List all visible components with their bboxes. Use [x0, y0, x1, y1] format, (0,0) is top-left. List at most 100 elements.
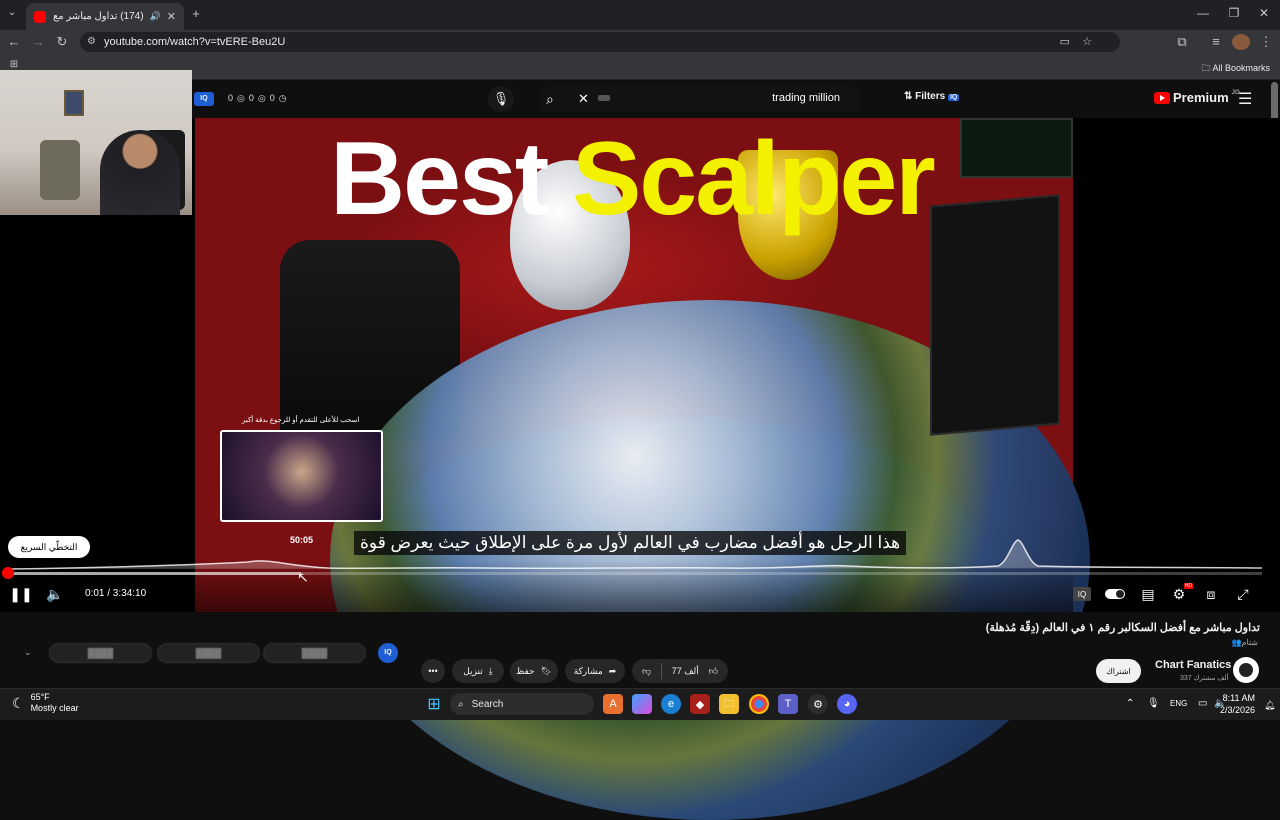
save-label: حفظ [516, 666, 535, 677]
save-button[interactable]: حفظ 🔖︎ [510, 659, 558, 683]
search-icon: ⌕ [458, 699, 464, 710]
fullscreen-icon[interactable]: ⤢ [1233, 582, 1253, 606]
more-actions-button[interactable]: ••• [421, 659, 445, 683]
channel-subscriber-count: 337 ألف مشترك [1180, 674, 1229, 682]
input-language[interactable]: ENG [1170, 699, 1187, 708]
minimize-icon[interactable]: — [1193, 6, 1213, 20]
autoplay-toggle[interactable] [1104, 582, 1126, 606]
weather-widget[interactable]: ☾ 65°F Mostly clear [12, 692, 79, 714]
system-clock[interactable]: 8:11 AM 2/3/2026 [1220, 692, 1255, 716]
new-tab-plus-icon[interactable]: + [188, 6, 204, 21]
browser-menu-icon[interactable]: ⋮ [1258, 34, 1274, 50]
bookmark-icon: 🔖︎ [541, 666, 552, 677]
profile-avatar[interactable] [1232, 34, 1250, 50]
search-input[interactable]: ⌕ ✕ trading million [538, 86, 862, 112]
video-title: تداول مباشر مع أفضل السكالبر رقم ١ في ال… [986, 621, 1260, 634]
seek-preview-thumbnail [220, 430, 383, 522]
tab-pill-1[interactable]: ████ [49, 643, 152, 663]
all-bookmarks-folder[interactable]: 🗀 All Bookmarks [1201, 61, 1270, 77]
voice-search-mic-icon[interactable]: 🎙 [488, 86, 514, 112]
pause-icon[interactable]: ❚❚ [10, 582, 32, 606]
clear-search-icon[interactable]: ✕ [578, 91, 589, 107]
iq-extension-badge[interactable]: IQ [194, 92, 214, 106]
tab-pill-2[interactable]: ████ [157, 643, 260, 663]
counter-c: 0 [270, 93, 275, 104]
filters-iq-badge: IQ [948, 94, 959, 101]
reload-icon[interactable]: ↻ [54, 34, 70, 50]
dislike-icon[interactable]: 👎︎ [642, 666, 651, 677]
tab-title: (174) تداول مباشر مع أفضل [52, 11, 144, 22]
subscribe-button[interactable]: اشتراك [1096, 659, 1141, 683]
app-icon-a[interactable]: A [603, 694, 623, 714]
tab-pill-3[interactable]: ████ [263, 643, 366, 663]
filter-sliders-icon: ⇅ [904, 91, 912, 102]
hamburger-menu-icon[interactable]: ☰ [1238, 89, 1252, 109]
filters-button[interactable]: ⇅ Filters IQ [904, 91, 959, 102]
eye-icon: ◎ [237, 93, 245, 104]
preview-hint: اسحب للأعلى للتقدم أو للرجوع بدقة أكبر [242, 416, 359, 424]
bookmarks-bar: ⊞ 🗀 All Bookmarks [0, 54, 1280, 80]
download-button[interactable]: تنزيل ⤓ [452, 659, 504, 683]
chrome-icon[interactable] [749, 694, 769, 714]
search-icon[interactable]: ⌕ [546, 91, 554, 108]
apps-grid-icon[interactable]: ⊞ [6, 59, 22, 70]
settings-gear-icon[interactable]: ⚙ HD [1169, 582, 1189, 606]
windows-start-icon[interactable]: ⊞ [424, 694, 444, 714]
tab-search-chevron-icon[interactable]: ⌄ [4, 7, 20, 18]
window-close-icon[interactable]: ✕ [1254, 6, 1274, 20]
iq-player-icon[interactable]: IQ [1073, 587, 1091, 601]
filters-label: Filters [915, 91, 945, 102]
reading-list-icon[interactable]: ≡ [1208, 34, 1224, 49]
collapse-chevron-icon[interactable]: ⌄ [24, 647, 32, 658]
clock-date: 2/3/2026 [1220, 704, 1255, 716]
tray-overflow-icon[interactable]: ⌃ [1126, 698, 1134, 709]
download-arrow-icon: ⤓ [489, 666, 493, 677]
back-arrow-icon[interactable]: ← [6, 34, 22, 49]
overlay-text-scalper: Scalper [572, 120, 934, 239]
channel-avatar[interactable] [1233, 657, 1259, 683]
youtube-play-logo-icon [1154, 92, 1170, 104]
forward-arrow-icon[interactable]: → [30, 34, 46, 49]
discord-icon[interactable]: ◕ [837, 694, 857, 714]
file-explorer-icon[interactable]: 🗀 [719, 694, 739, 714]
taskbar-search-box[interactable]: ⌕ Search [450, 693, 594, 715]
mic-tray-icon[interactable]: 🎙 [1147, 698, 1160, 709]
weather-desc: Mostly clear [31, 703, 79, 714]
network-icon[interactable]: ▭ [1198, 698, 1207, 709]
teams-icon[interactable]: T [778, 694, 798, 714]
keyboard-icon[interactable] [598, 95, 610, 101]
taskbar-search-label: Search [472, 699, 504, 710]
dota-icon[interactable]: ◆ [690, 694, 710, 714]
sub-badge-text: شتام [1241, 638, 1258, 647]
iq-round-button[interactable]: IQ [378, 643, 398, 663]
browser-tab-active[interactable]: (174) تداول مباشر مع أفضل 🔊 ✕ [26, 3, 184, 30]
edge-browser-icon[interactable]: e [661, 694, 681, 714]
cast-icon[interactable]: ▭ [1060, 35, 1070, 48]
extensions-puzzle-icon[interactable]: ⧉ [1174, 34, 1190, 50]
bookmark-star-icon[interactable]: ☆ [1082, 35, 1092, 48]
progress-bar[interactable] [8, 572, 1262, 575]
channel-name[interactable]: Chart Fanatics [1155, 659, 1231, 671]
volume-icon[interactable]: 🔈 [45, 582, 65, 606]
share-button[interactable]: مشاركة ➦ [565, 659, 625, 683]
folder-icon: 🗀 [1201, 63, 1210, 73]
tab-close-icon[interactable]: ✕ [167, 10, 176, 23]
extension-counters: 0◎ 0◎ 0◷ [228, 93, 287, 104]
notification-bell-icon[interactable]: 🔔︎ [1264, 700, 1275, 711]
most-replayed-heatmap [8, 536, 1262, 572]
youtube-premium-logo[interactable]: Premium JO [1154, 90, 1240, 105]
address-bar[interactable]: ⚙ youtube.com/watch?v=tvERE-Beu2U ▭ ☆ [80, 32, 1120, 52]
more-dots-icon: ••• [428, 666, 437, 676]
site-info-icon[interactable]: ⚙ [87, 36, 96, 47]
copilot-icon[interactable] [632, 694, 652, 714]
clock-time: 8:11 AM [1220, 692, 1255, 704]
like-icon[interactable]: 👍︎ [709, 666, 718, 677]
restore-icon[interactable]: ❐ [1224, 6, 1244, 20]
miniplayer-icon[interactable]: ⧈ [1201, 582, 1221, 606]
settings-app-icon[interactable]: ⚙ [808, 694, 828, 714]
tab-audio-icon[interactable]: 🔊 [150, 11, 161, 22]
subtitles-cc-icon[interactable]: ▤ [1138, 582, 1158, 606]
like-dislike-group: 👎︎ 77 ألف 👍︎ [632, 659, 728, 683]
webcam-overlay [0, 70, 192, 215]
share-arrow-icon: ➦ [609, 666, 617, 677]
